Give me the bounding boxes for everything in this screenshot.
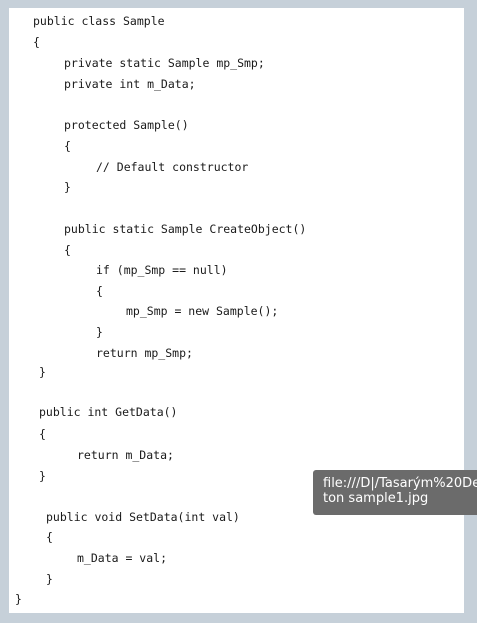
code-line: public int GetData() [39, 405, 178, 419]
code-line: { [46, 530, 53, 544]
code-line: m_Data = val; [77, 551, 168, 565]
code-line: } [39, 469, 46, 483]
code-line: return m_Data; [77, 448, 174, 462]
code-line: { [64, 139, 71, 153]
code-line: private static Sample mp_Smp; [64, 56, 265, 70]
code-line: { [96, 284, 103, 298]
tooltip-line: ton sample1.jpg [323, 491, 429, 506]
code-line: } [46, 572, 53, 586]
code-line: public class Sample [33, 14, 165, 28]
code-line: mp_Smp = new Sample(); [126, 304, 279, 318]
code-line: { [64, 243, 71, 257]
tooltip-line: file:///D|/Tasarým%20Desen [323, 476, 477, 491]
code-line: if (mp_Smp == null) [96, 263, 228, 277]
code-line: protected Sample() [64, 118, 189, 132]
scanned-page: public class Sample { private static Sam… [9, 8, 464, 613]
code-line: public static Sample CreateObject() [64, 222, 307, 236]
file-path-tooltip: file:///D|/Tasarým%20Desen ton sample1.j… [313, 470, 477, 515]
code-line: } [96, 325, 103, 339]
code-line: } [64, 180, 71, 194]
code-line: // Default constructor [96, 160, 249, 174]
code-line: return mp_Smp; [96, 346, 193, 360]
code-line: { [39, 427, 46, 441]
code-line: } [39, 365, 46, 379]
code-line: private int m_Data; [64, 77, 196, 91]
code-line: } [15, 592, 22, 606]
code-line: public void SetData(int val) [46, 510, 240, 524]
code-line: { [33, 35, 40, 49]
